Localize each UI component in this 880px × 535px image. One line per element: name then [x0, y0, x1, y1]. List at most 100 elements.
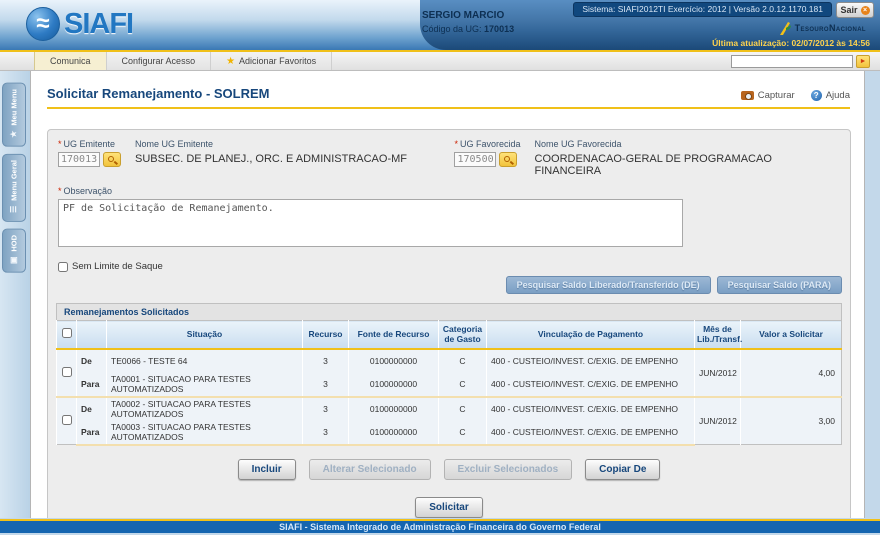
- nome-ug-emitente-field: Nome UG Emitente SUBSEC. DE PLANEJ., ORC…: [135, 139, 440, 177]
- row-tag: Para: [76, 420, 107, 446]
- excluir-selecionados-button[interactable]: Excluir Selecionados: [443, 458, 573, 480]
- tab-configurar-acesso[interactable]: Configurar Acesso: [106, 52, 212, 70]
- sidebar-item-hod[interactable]: ▣ HOD: [2, 228, 26, 273]
- header-select-all: [56, 320, 77, 350]
- observacao-textarea[interactable]: PF de Solicitação de Remanejamento.: [58, 199, 683, 247]
- row-tag: Para: [76, 372, 107, 397]
- cell-fonte: 0100000000: [348, 395, 439, 421]
- title-row: Solicitar Remanejamento - SOLREM Captura…: [47, 86, 850, 109]
- cell-valor: 3,00: [740, 395, 842, 445]
- cell-mes: JUN/2012: [694, 395, 741, 445]
- quick-search: ►: [731, 55, 870, 68]
- sidebar-item-menu-geral[interactable]: ☰ Menu Geral: [2, 153, 26, 222]
- pesquisar-saldo-para-button[interactable]: Pesquisar Saldo (PARA): [716, 276, 842, 294]
- user-block: SERGIO MARCIO Código da UG: 170013: [422, 10, 514, 34]
- capturar-link[interactable]: Capturar: [740, 90, 795, 101]
- alterar-selecionado-button[interactable]: Alterar Selecionado: [308, 458, 431, 480]
- header-mes: Mês de Lib./Transf.: [694, 320, 742, 350]
- pesquisar-saldo-de-button[interactable]: Pesquisar Saldo Liberado/Transferido (DE…: [505, 276, 711, 294]
- header-tag: [76, 320, 107, 350]
- siafi-logo-text: SIAFI: [64, 7, 134, 40]
- logout-label: Sair: [840, 5, 858, 15]
- star-icon: ★: [9, 129, 19, 139]
- incluir-button[interactable]: Incluir: [237, 458, 296, 480]
- cell-fonte: 0100000000: [348, 372, 439, 397]
- help-icon: ?: [810, 90, 822, 101]
- observacao-field: * Observação PF de Solicitação de Remanej…: [56, 186, 842, 252]
- solicitar-button[interactable]: Solicitar: [415, 496, 483, 518]
- siafi-logo-icon: ≈: [26, 7, 60, 41]
- ug-code-label: Código da UG:: [422, 24, 485, 34]
- cell-mes: JUN/2012: [694, 347, 741, 397]
- form-panel: *UG Emitente Nome UG Emitente SUBSEC. DE…: [47, 129, 851, 518]
- left-sidebar: ★ Meu Menu ☰ Menu Geral ▣ HOD: [0, 71, 30, 518]
- top-tabbar: Comunica Configurar Acesso ★ Adicionar F…: [0, 52, 880, 71]
- row-tag: De: [76, 347, 107, 373]
- remanejamentos-table: Situação Recurso Fonte de Recurso Catego…: [56, 320, 842, 446]
- magnifier-icon: [504, 156, 511, 162]
- nome-ug-emitente-label: Nome UG Emitente: [135, 139, 214, 149]
- cell-situacao: TE0066 - TESTE 64: [106, 347, 303, 373]
- cell-categoria: C: [438, 372, 487, 397]
- tab-adicionar-favoritos[interactable]: ★ Adicionar Favoritos: [211, 52, 333, 70]
- ajuda-label: Ajuda: [825, 90, 850, 101]
- ug-code-value: 170013: [484, 24, 515, 34]
- section-title: Remanejamentos Solicitados: [56, 303, 842, 320]
- tab-label: Adicionar Favoritos: [239, 56, 317, 66]
- cell-fonte: 0100000000: [348, 420, 439, 446]
- ug-emitente-input[interactable]: [58, 152, 100, 167]
- tab-label: Configurar Acesso: [121, 56, 196, 66]
- table-row-de: De TE0066 - TESTE 64 3 0100000000 C 400 …: [56, 347, 842, 397]
- header-fonte: Fonte de Recurso: [348, 320, 439, 350]
- select-group-checkbox[interactable]: [61, 366, 72, 377]
- user-name: SERGIO MARCIO: [422, 10, 505, 21]
- cell-situacao: TA0002 - SITUACAO PARA TESTES AUTOMATIZA…: [106, 395, 303, 421]
- logout-button[interactable]: Sair ×: [836, 2, 874, 18]
- cell-recurso: 3: [302, 372, 349, 397]
- sem-limite-label: Sem Limite de Saque: [72, 261, 163, 272]
- search-input[interactable]: [731, 55, 853, 68]
- camera-icon: [740, 91, 754, 100]
- ug-favorecida-label: UG Favorecida: [460, 139, 521, 149]
- ug-emitente-search-icon[interactable]: [103, 152, 121, 167]
- app-footer: SIAFI - Sistema Integrado de Administraç…: [0, 521, 880, 533]
- header-vinculacao: Vinculação de Pagamento: [486, 320, 695, 350]
- ug-favorecida-input[interactable]: [454, 152, 497, 167]
- sem-limite-checkbox[interactable]: [58, 261, 68, 272]
- nome-ug-emitente-value: SUBSEC. DE PLANEJ., ORC. E ADMINISTRACAO…: [135, 153, 407, 165]
- ug-emitente-field: * UG Emitente: [58, 139, 121, 177]
- ajuda-link[interactable]: ? Ajuda: [810, 90, 850, 101]
- nome-ug-favorecida-label: Nome UG Favorecida: [534, 139, 622, 149]
- select-group-checkbox[interactable]: [61, 414, 72, 425]
- copiar-de-button[interactable]: Copiar De: [585, 458, 661, 480]
- sidebar-item-meu-menu[interactable]: ★ Meu Menu: [2, 83, 26, 147]
- magnifier-icon: [108, 156, 114, 162]
- cell-vinculacao: 400 - CUSTEIO/INVEST. C/EXIG. DE EMPENHO: [486, 347, 695, 373]
- system-info-bar: Sistema: SIAFI2012TI Exercício: 2012 | V…: [573, 2, 832, 17]
- ug-favorecida-search-icon[interactable]: [499, 152, 518, 167]
- tesouro-nacional-text: TesouroNacional: [794, 23, 866, 33]
- sidebar-item-label: Meu Menu: [9, 89, 19, 126]
- tab-comunica[interactable]: Comunica: [34, 52, 107, 70]
- main-content: Solicitar Remanejamento - SOLREM Captura…: [30, 71, 865, 518]
- sidebar-item-label: HOD: [9, 234, 19, 252]
- row-select-cell: [56, 395, 77, 445]
- ug-emitente-label: UG Emitente: [63, 139, 116, 149]
- required-marker: *: [58, 139, 62, 149]
- tesouro-nacional-logo: TesouroNacional: [778, 20, 866, 36]
- app-header: ≈ SIAFI SERGIO MARCIO Código da UG: 1700…: [0, 0, 880, 50]
- star-icon: ★: [226, 55, 236, 67]
- table-row-de: De TA0002 - SITUACAO PARA TESTES AUTOMAT…: [56, 395, 842, 445]
- cell-vinculacao: 400 - CUSTEIO/INVEST. C/EXIG. DE EMPENHO: [486, 372, 695, 397]
- ug-code: Código da UG: 170013: [422, 24, 514, 34]
- logout-close-icon: ×: [860, 5, 870, 15]
- cell-categoria: C: [438, 420, 487, 446]
- required-marker: *: [58, 186, 62, 196]
- search-go-icon[interactable]: ►: [856, 55, 870, 68]
- row-tag: De: [76, 395, 107, 421]
- cell-vinculacao: 400 - CUSTEIO/INVEST. C/EXIG. DE EMPENHO: [486, 420, 695, 446]
- tab-label: Comunica: [50, 56, 91, 66]
- nome-ug-favorecida-value: COORDENACAO-GERAL DE PROGRAMACAO FINANCE…: [534, 153, 772, 177]
- select-all-checkbox[interactable]: [61, 328, 72, 339]
- cell-vinculacao: 400 - CUSTEIO/INVEST. C/EXIG. DE EMPENHO: [486, 395, 695, 421]
